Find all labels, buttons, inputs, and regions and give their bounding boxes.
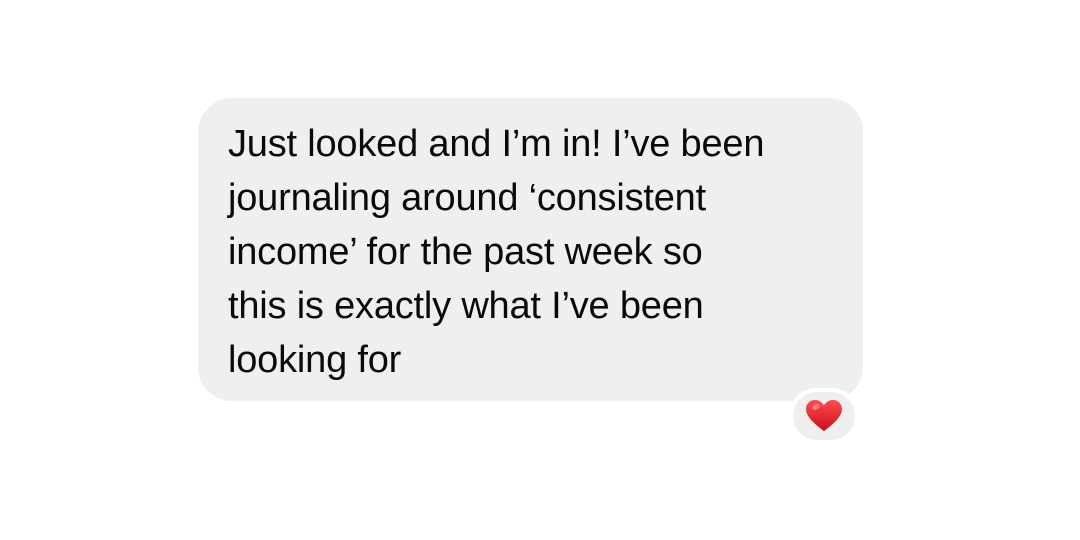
message-line: income’ for the past week so [228,231,703,273]
heart-icon [806,399,842,432]
message-line: this is exactly what I’ve been [228,285,704,327]
message-thread: Just looked and I’m in! I’ve been journa… [0,0,1080,540]
message-text: Just looked and I’m in! I’ve been journa… [228,117,833,387]
message-line: looking for [228,339,402,381]
message-line: journaling around ‘consistent [228,177,706,219]
message-line: Just looked and I’m in! I’ve been [228,123,765,165]
message-bubble[interactable]: Just looked and I’m in! I’ve been journa… [198,98,863,401]
reaction-badge[interactable] [789,388,859,444]
